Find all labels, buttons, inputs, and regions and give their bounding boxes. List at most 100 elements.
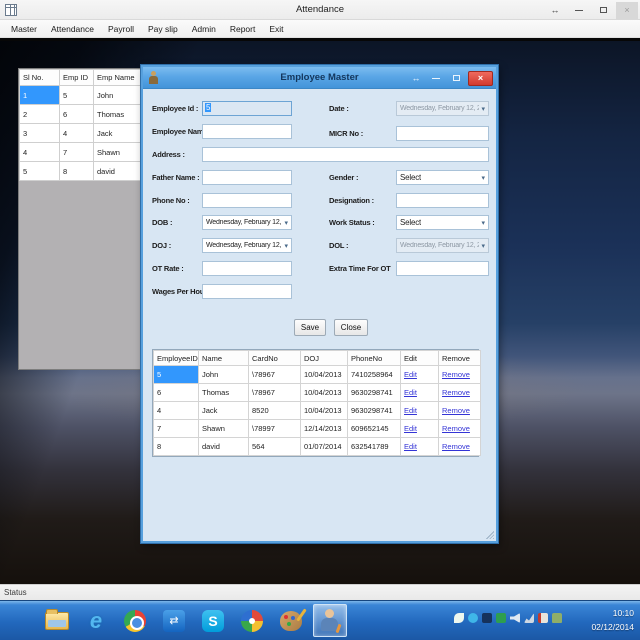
cell[interactable]: Shawn <box>198 419 249 438</box>
cell[interactable]: 5 <box>19 161 60 181</box>
cell[interactable]: 5 <box>59 85 94 105</box>
cell[interactable]: Thomas <box>93 104 143 124</box>
cell[interactable]: 3 <box>19 123 60 143</box>
doj-picker[interactable]: Wednesday, February 12, 2014 ▾ <box>202 238 292 253</box>
extra-time-for-ot-field[interactable] <box>396 261 489 276</box>
edit-link[interactable]: Edit <box>404 406 417 415</box>
cell[interactable]: \78967 <box>248 383 301 402</box>
wages-per-hour-field[interactable] <box>202 284 292 299</box>
remove-link[interactable]: Remove <box>442 406 470 415</box>
cell[interactable]: John <box>93 85 143 105</box>
employee-list-grid[interactable]: Sl No. Emp ID Emp Name 1 5 John 2 6 Thom… <box>18 68 143 370</box>
employee-name-field[interactable] <box>202 124 292 139</box>
edit-link[interactable]: Edit <box>404 388 417 397</box>
table-row[interactable]: 5 John \78967 10/04/2013 7410258964 Edit… <box>153 365 481 384</box>
cell[interactable]: 4 <box>59 123 94 143</box>
menu-payslip[interactable]: Pay slip <box>141 22 185 36</box>
menu-exit[interactable]: Exit <box>262 22 290 36</box>
window-help-button[interactable]: ↔ <box>544 2 566 19</box>
cell[interactable]: 7 <box>59 142 94 162</box>
window-restore-button[interactable] <box>592 2 614 19</box>
cell[interactable]: 01/07/2014 <box>300 437 348 456</box>
dialog-help-button[interactable]: ↔ <box>408 71 424 86</box>
designation-field[interactable] <box>396 193 489 208</box>
employee-detail-grid[interactable]: EmployeeID Name CardNo DOJ PhoneNo Edit … <box>152 349 481 457</box>
tray-network-icon[interactable] <box>524 613 534 623</box>
father-name-field[interactable] <box>202 170 292 185</box>
cell[interactable]: Shawn <box>93 142 143 162</box>
taskbar-attendance-app-button[interactable] <box>313 604 347 637</box>
cell[interactable]: 6 <box>153 383 199 402</box>
menu-report[interactable]: Report <box>223 22 263 36</box>
resize-grip[interactable] <box>486 531 494 539</box>
cell[interactable]: david <box>198 437 249 456</box>
dol-picker[interactable]: Wednesday, February 12, 2014 ▾ <box>396 238 489 253</box>
remove-link[interactable]: Remove <box>442 370 470 379</box>
cell[interactable]: 10/04/2013 <box>300 401 348 420</box>
address-field[interactable] <box>202 147 489 162</box>
cell-selected[interactable]: 1 <box>19 85 60 105</box>
taskbar-chrome-button[interactable] <box>118 604 152 637</box>
cell[interactable]: Jack <box>93 123 143 143</box>
table-row[interactable]: 4 Jack 8520 10/04/2013 9630298741 Edit R… <box>153 401 481 420</box>
menu-admin[interactable]: Admin <box>185 22 223 36</box>
table-row[interactable]: 7 Shawn \78997 12/14/2013 609652145 Edit… <box>153 419 481 438</box>
edit-link[interactable]: Edit <box>404 442 417 451</box>
micr-no-field[interactable] <box>396 126 489 141</box>
save-button[interactable]: Save <box>294 319 326 336</box>
table-row[interactable]: 3 4 Jack <box>19 123 143 143</box>
table-row[interactable]: 1 5 John <box>19 85 143 105</box>
close-button[interactable]: Close <box>334 319 368 336</box>
table-row[interactable]: 4 7 Shawn <box>19 142 143 162</box>
cell[interactable]: david <box>93 161 143 181</box>
cell[interactable]: 7 <box>153 419 199 438</box>
gender-select[interactable]: Select ▾ <box>396 170 489 185</box>
work-status-select[interactable]: Select ▾ <box>396 215 489 230</box>
menu-payroll[interactable]: Payroll <box>101 22 141 36</box>
cell[interactable]: 7410258964 <box>347 365 401 384</box>
menu-attendance[interactable]: Attendance <box>44 22 101 36</box>
table-row[interactable]: 5 8 david <box>19 161 143 181</box>
cell[interactable]: Jack <box>198 401 249 420</box>
dob-picker[interactable]: Wednesday, February 12, 2014 ▾ <box>202 215 292 230</box>
taskbar-file-explorer-button[interactable] <box>40 604 74 637</box>
tray-green-app-icon[interactable] <box>496 613 506 623</box>
ot-rate-field[interactable] <box>202 261 292 276</box>
cell-selected[interactable]: 5 <box>153 365 199 384</box>
cell[interactable]: \78967 <box>248 365 301 384</box>
tray-skype-icon[interactable] <box>468 613 478 623</box>
edit-link[interactable]: Edit <box>404 370 417 379</box>
cell[interactable]: 4 <box>19 142 60 162</box>
window-close-button[interactable]: × <box>616 1 638 19</box>
remove-link[interactable]: Remove <box>442 424 470 433</box>
tray-power-icon[interactable] <box>552 613 562 623</box>
table-row[interactable]: 8 david 564 01/07/2014 632541789 Edit Re… <box>153 437 481 456</box>
tray-teamviewer-icon[interactable] <box>482 613 492 623</box>
cell[interactable]: 4 <box>153 401 199 420</box>
cell[interactable]: 632541789 <box>347 437 401 456</box>
cell[interactable]: 564 <box>248 437 301 456</box>
date-picker[interactable]: Wednesday, February 12, 2014 ▾ <box>396 101 489 116</box>
cell[interactable]: 2 <box>19 104 60 124</box>
cell[interactable]: John <box>198 365 249 384</box>
taskbar-paint-button[interactable] <box>274 604 308 637</box>
cell[interactable]: 8 <box>59 161 94 181</box>
employee-id-field[interactable]: 5 <box>202 101 292 116</box>
cell[interactable]: Thomas <box>198 383 249 402</box>
tray-action-center-flag-icon[interactable] <box>538 613 548 623</box>
cell[interactable]: 8520 <box>248 401 301 420</box>
cell[interactable]: 10/04/2013 <box>300 365 348 384</box>
taskbar-internet-explorer-button[interactable]: e <box>79 604 113 637</box>
dialog-restore-button[interactable] <box>448 71 464 86</box>
window-minimize-button[interactable] <box>568 2 590 19</box>
cell[interactable]: 8 <box>153 437 199 456</box>
table-row[interactable]: 6 Thomas \78967 10/04/2013 9630298741 Ed… <box>153 383 481 402</box>
menu-master[interactable]: Master <box>4 22 44 36</box>
cell[interactable]: 9630298741 <box>347 401 401 420</box>
table-row[interactable]: 2 6 Thomas <box>19 104 143 124</box>
edit-link[interactable]: Edit <box>404 424 417 433</box>
remove-link[interactable]: Remove <box>442 388 470 397</box>
tray-leaf-icon[interactable] <box>454 613 464 623</box>
tray-volume-icon[interactable] <box>510 613 520 623</box>
cell[interactable]: 609652145 <box>347 419 401 438</box>
